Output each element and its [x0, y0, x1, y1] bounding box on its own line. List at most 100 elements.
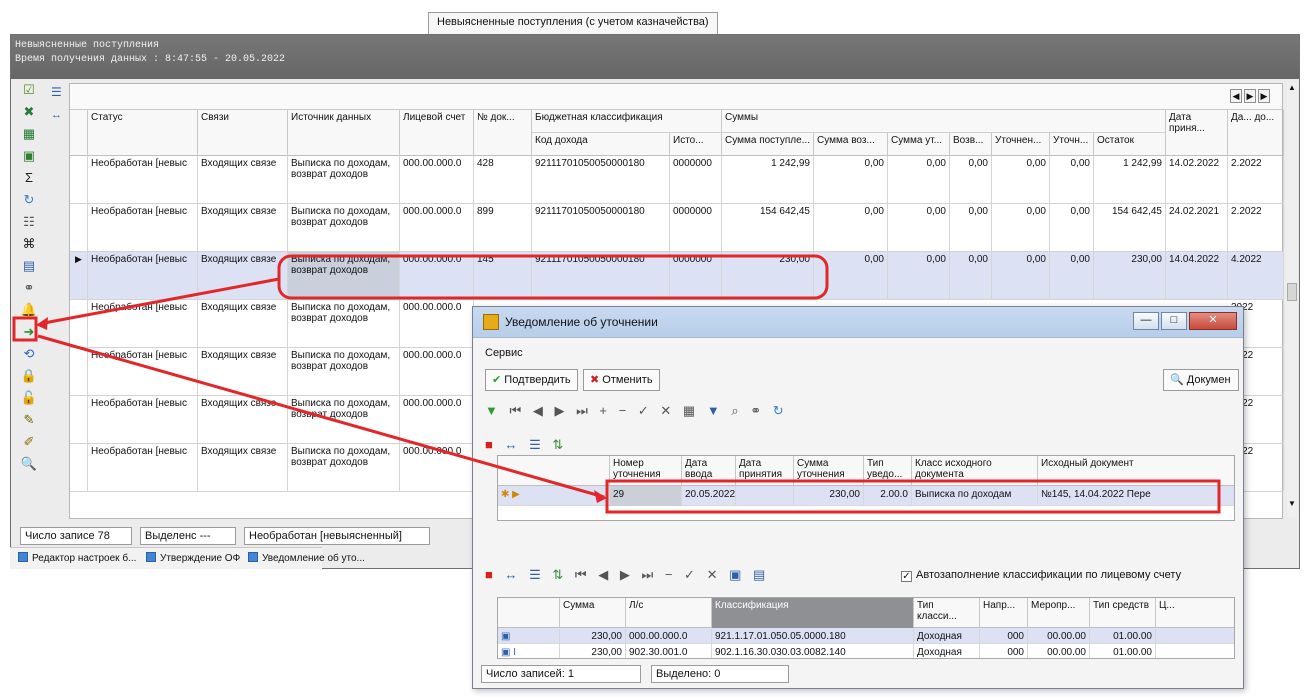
row-selector[interactable] — [70, 204, 88, 252]
remove-icon[interactable]: − — [619, 403, 627, 418]
pen-icon[interactable]: ✎ — [21, 411, 37, 427]
row-selector[interactable] — [70, 300, 88, 348]
table-row[interactable]: Необработан [невыс Входящих связе Выписк… — [70, 204, 1284, 252]
header-amount[interactable]: Сумма — [560, 598, 626, 628]
minimize-icon[interactable]: — — [1133, 312, 1159, 330]
dialog-menu-service[interactable]: Сервис — [485, 347, 523, 359]
first-icon[interactable]: ⏮ — [575, 567, 587, 583]
header-date-short[interactable]: Да... до... — [1228, 110, 1284, 156]
scroll-left-icon[interactable]: ◀ — [1230, 89, 1242, 103]
header-sum-returned[interactable]: Сумма воз... — [814, 133, 888, 156]
window-title-tab[interactable]: Невыясненные поступления (с учетом казна… — [428, 12, 718, 34]
blue-refresh-icon[interactable]: ⟲ — [21, 345, 37, 361]
green-arrow-icon[interactable]: ➜ — [21, 323, 37, 339]
first-icon[interactable]: ⏮ — [510, 403, 522, 419]
ok-icon[interactable]: ✓ — [638, 403, 649, 419]
header-notice-type[interactable]: Тип уведо... — [864, 456, 912, 486]
header-date-accept[interactable]: Дата приня... — [1166, 110, 1228, 156]
right-scrollbar[interactable]: ▲ ▼ — [1287, 83, 1297, 517]
sort-icon[interactable]: ⇅ — [552, 567, 563, 583]
header-clarified[interactable]: Уточнен... — [992, 133, 1050, 156]
sum-icon[interactable]: Σ — [21, 169, 37, 185]
remove-icon[interactable]: − — [665, 567, 673, 582]
column-add-icon[interactable]: ■ — [485, 437, 493, 452]
header-direction[interactable]: Напр... — [980, 598, 1028, 628]
column-add-icon[interactable]: ■ — [485, 567, 493, 582]
check-icon[interactable]: ☑ — [21, 81, 37, 97]
close-icon[interactable]: ✖ — [21, 103, 37, 119]
autofill-checkbox[interactable]: ✓ Автозаполнение классификации по лицевом… — [901, 569, 1181, 582]
next-icon[interactable]: ▶ — [554, 403, 564, 419]
save-icon[interactable]: ▣ — [21, 147, 37, 163]
sort-icon[interactable]: ⇅ — [552, 437, 563, 453]
add-icon[interactable]: + — [599, 403, 607, 418]
paste-icon[interactable]: ▤ — [753, 567, 765, 583]
binoculars-icon[interactable]: ⌘ — [21, 235, 37, 251]
tree-icon[interactable]: ☰ — [529, 567, 541, 583]
header-account[interactable]: Л/с — [626, 598, 712, 628]
task-settings-editor[interactable]: Редактор настроек б... — [18, 552, 136, 567]
header-target[interactable]: Ц... — [1156, 598, 1234, 628]
prev-icon[interactable]: ◀ — [533, 403, 543, 419]
lock-icon[interactable]: 🔒 — [21, 367, 37, 383]
row-selector[interactable] — [70, 156, 88, 204]
scroll-end-icon[interactable]: ▶ — [1258, 89, 1270, 103]
classification-row[interactable]: ▣ I 230,00 902.30.001.0 902.1.16.30.030.… — [498, 644, 1234, 658]
header-accept-date[interactable]: Дата принятия — [736, 456, 794, 486]
column-width-icon[interactable]: ↔ — [504, 437, 517, 452]
last-icon[interactable]: ⏭ — [642, 567, 654, 583]
header-income-code[interactable]: Код дохода — [532, 133, 670, 156]
task-approval[interactable]: Утверждение ОФ — [146, 552, 240, 567]
row-selector[interactable] — [70, 348, 88, 396]
link-icon[interactable]: ⚭ — [750, 403, 761, 419]
maximize-icon[interactable]: □ — [1161, 312, 1187, 330]
brush-icon[interactable]: ✐ — [21, 433, 37, 449]
header-sum-received[interactable]: Сумма поступле... — [722, 133, 814, 156]
link-icon[interactable]: ⚭ — [21, 279, 37, 295]
documents-button[interactable]: 🔍 Докумен — [1163, 369, 1239, 391]
search-icon[interactable]: 🔍 — [21, 455, 37, 471]
tree-icon[interactable]: ☰ — [529, 437, 541, 453]
scroll-thumb[interactable] — [1287, 283, 1297, 301]
scroll-up-icon[interactable]: ▲ — [1287, 83, 1297, 97]
header-return-short[interactable]: Возв... — [950, 133, 992, 156]
header-source-short[interactable]: Исто... — [670, 133, 722, 156]
header-funds-type[interactable]: Тип средств — [1090, 598, 1156, 628]
expand-icon[interactable]: ↔ — [51, 109, 65, 127]
classification-row[interactable]: ▣ 230,00 000.00.000.0 921.1.17.01.050.05… — [498, 628, 1234, 644]
scroll-down-icon[interactable]: ▼ — [1287, 499, 1297, 513]
header-remainder[interactable]: Остаток — [1094, 133, 1166, 156]
confirm-button[interactable]: ✔ Подтвердить — [485, 369, 578, 391]
last-icon[interactable]: ⏭ — [576, 403, 588, 419]
header-event[interactable]: Меропр... — [1028, 598, 1090, 628]
header-entry-date[interactable]: Дата ввода — [682, 456, 736, 486]
header-classification[interactable]: Классификация — [712, 598, 914, 628]
current-row-arrow-icon[interactable]: ▶ — [70, 252, 88, 300]
delete-icon[interactable]: ✕ — [707, 567, 718, 583]
filter-icon[interactable]: ▼ — [707, 403, 720, 418]
tree-icon[interactable]: ☰ — [51, 85, 65, 103]
task-notification[interactable]: Уведомление об уто... — [248, 552, 365, 567]
refresh-icon[interactable]: ↻ — [773, 403, 784, 419]
excel-icon[interactable]: ▦ — [21, 125, 37, 141]
unlock-icon[interactable]: 🔓 — [21, 389, 37, 405]
row-selector[interactable] — [70, 396, 88, 444]
scroll-right-icon[interactable]: ▶ — [1244, 89, 1256, 103]
clarification-row[interactable]: ✱ ▶ 29 20.05.2022 230,00 2.00.0 Выписка … — [498, 486, 1234, 506]
prev-icon[interactable]: ◀ — [598, 567, 608, 583]
header-status[interactable]: Статус — [88, 110, 198, 156]
green-filter-icon[interactable]: ▼ — [485, 403, 498, 418]
header-clarification-number[interactable]: Номер уточнения — [610, 456, 682, 486]
header-doc-no[interactable]: № док... — [474, 110, 532, 156]
filter-tree-icon[interactable]: ☷ — [21, 213, 37, 229]
ok-icon[interactable]: ✓ — [684, 567, 695, 583]
copy-icon[interactable]: ▣ — [729, 567, 741, 583]
header-classification-type[interactable]: Тип класси... — [914, 598, 980, 628]
header-links[interactable]: Связи — [198, 110, 288, 156]
row-selector[interactable] — [70, 444, 88, 492]
copy-icon[interactable]: ▤ — [21, 257, 37, 273]
header-account[interactable]: Лицевой счет — [400, 110, 474, 156]
close-window-icon[interactable]: ✕ — [1189, 312, 1237, 330]
header-source-class[interactable]: Класс исходного документа — [912, 456, 1038, 486]
bell-icon[interactable]: 🔔 — [21, 301, 37, 317]
